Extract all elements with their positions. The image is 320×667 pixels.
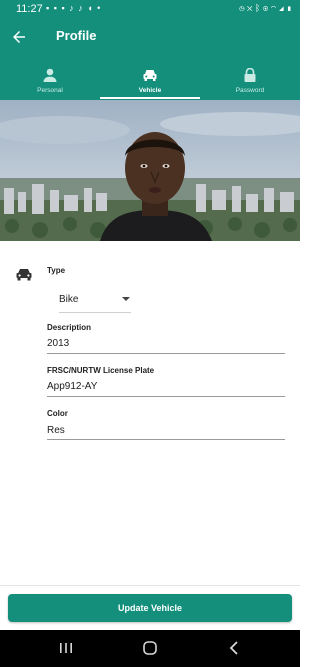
system-nav-bar — [0, 630, 300, 667]
back-nav-icon[interactable] — [226, 639, 242, 657]
bluetooth-icon: ᛒ — [254, 3, 261, 13]
home-icon[interactable] — [141, 639, 159, 657]
recent-apps-icon[interactable] — [58, 639, 74, 657]
footer-divider — [0, 585, 300, 586]
app-bar: Profile — [0, 18, 300, 62]
arrow-left-icon[interactable] — [10, 28, 28, 46]
mute-icon: ✕ — [246, 3, 253, 13]
plate-field[interactable]: App912-AY — [47, 381, 97, 392]
wifi-icon: ◠ — [270, 3, 277, 13]
color-label: Color — [47, 409, 68, 418]
tab-label: Password — [235, 87, 265, 94]
profile-photo — [0, 100, 300, 241]
page-title: Profile — [56, 28, 97, 43]
color-field[interactable]: Res — [47, 425, 65, 436]
car-icon — [16, 269, 32, 281]
tab-vehicle[interactable]: Vehicle — [100, 62, 200, 100]
tiktok-icon: ♪ — [78, 3, 84, 13]
plate-label: FRSC/NURTW License Plate — [47, 366, 155, 375]
color-underline — [47, 439, 285, 440]
tab-label: Personal — [37, 87, 63, 94]
plate-underline — [47, 396, 285, 397]
type-select-value: Bike — [59, 294, 79, 305]
update-vehicle-button[interactable]: Update Vehicle — [8, 594, 292, 622]
type-label: Type — [47, 266, 66, 275]
signal-icon: ◢ — [278, 3, 285, 13]
tab-password[interactable]: Password — [200, 62, 300, 100]
battery-icon: ▮ — [286, 3, 292, 13]
tab-label: Vehicle — [138, 87, 162, 94]
dot-icon: • — [97, 3, 102, 13]
location-icon: ◉ — [262, 3, 269, 13]
tab-indicator — [100, 97, 200, 99]
tab-bar: Personal Vehicle Password — [0, 62, 300, 100]
alarm-icon: ◷ — [239, 3, 245, 13]
system-icons: ◷ ✕ ᛒ ◉ ◠ ◢ ▮ — [239, 3, 292, 13]
message-icon: ▪ — [46, 3, 51, 13]
shield-icon: ◖ — [87, 3, 94, 13]
status-bar: 11:27 ▪ ▪ ▪ ♪ ♪ ◖ • ◷ ✕ ᛒ ◉ ◠ ◢ ▮ — [0, 0, 300, 18]
description-field[interactable]: 2013 — [47, 338, 69, 349]
photo-image — [0, 100, 300, 241]
lock-icon — [244, 68, 256, 82]
status-time: 11:27 — [16, 3, 43, 15]
description-underline — [47, 353, 285, 354]
description-label: Description — [47, 323, 92, 332]
notification-icons: ▪ ▪ ▪ ♪ ♪ ◖ • — [46, 3, 101, 13]
image-icon: ▪ — [61, 3, 66, 13]
car-icon — [143, 70, 157, 81]
facebook-icon: ▪ — [53, 3, 58, 13]
person-icon — [43, 68, 57, 82]
type-select[interactable]: Bike — [59, 291, 131, 313]
tab-personal[interactable]: Personal — [0, 62, 100, 100]
tiktok-icon: ♪ — [69, 3, 75, 13]
dropdown-arrow-icon — [122, 297, 130, 301]
